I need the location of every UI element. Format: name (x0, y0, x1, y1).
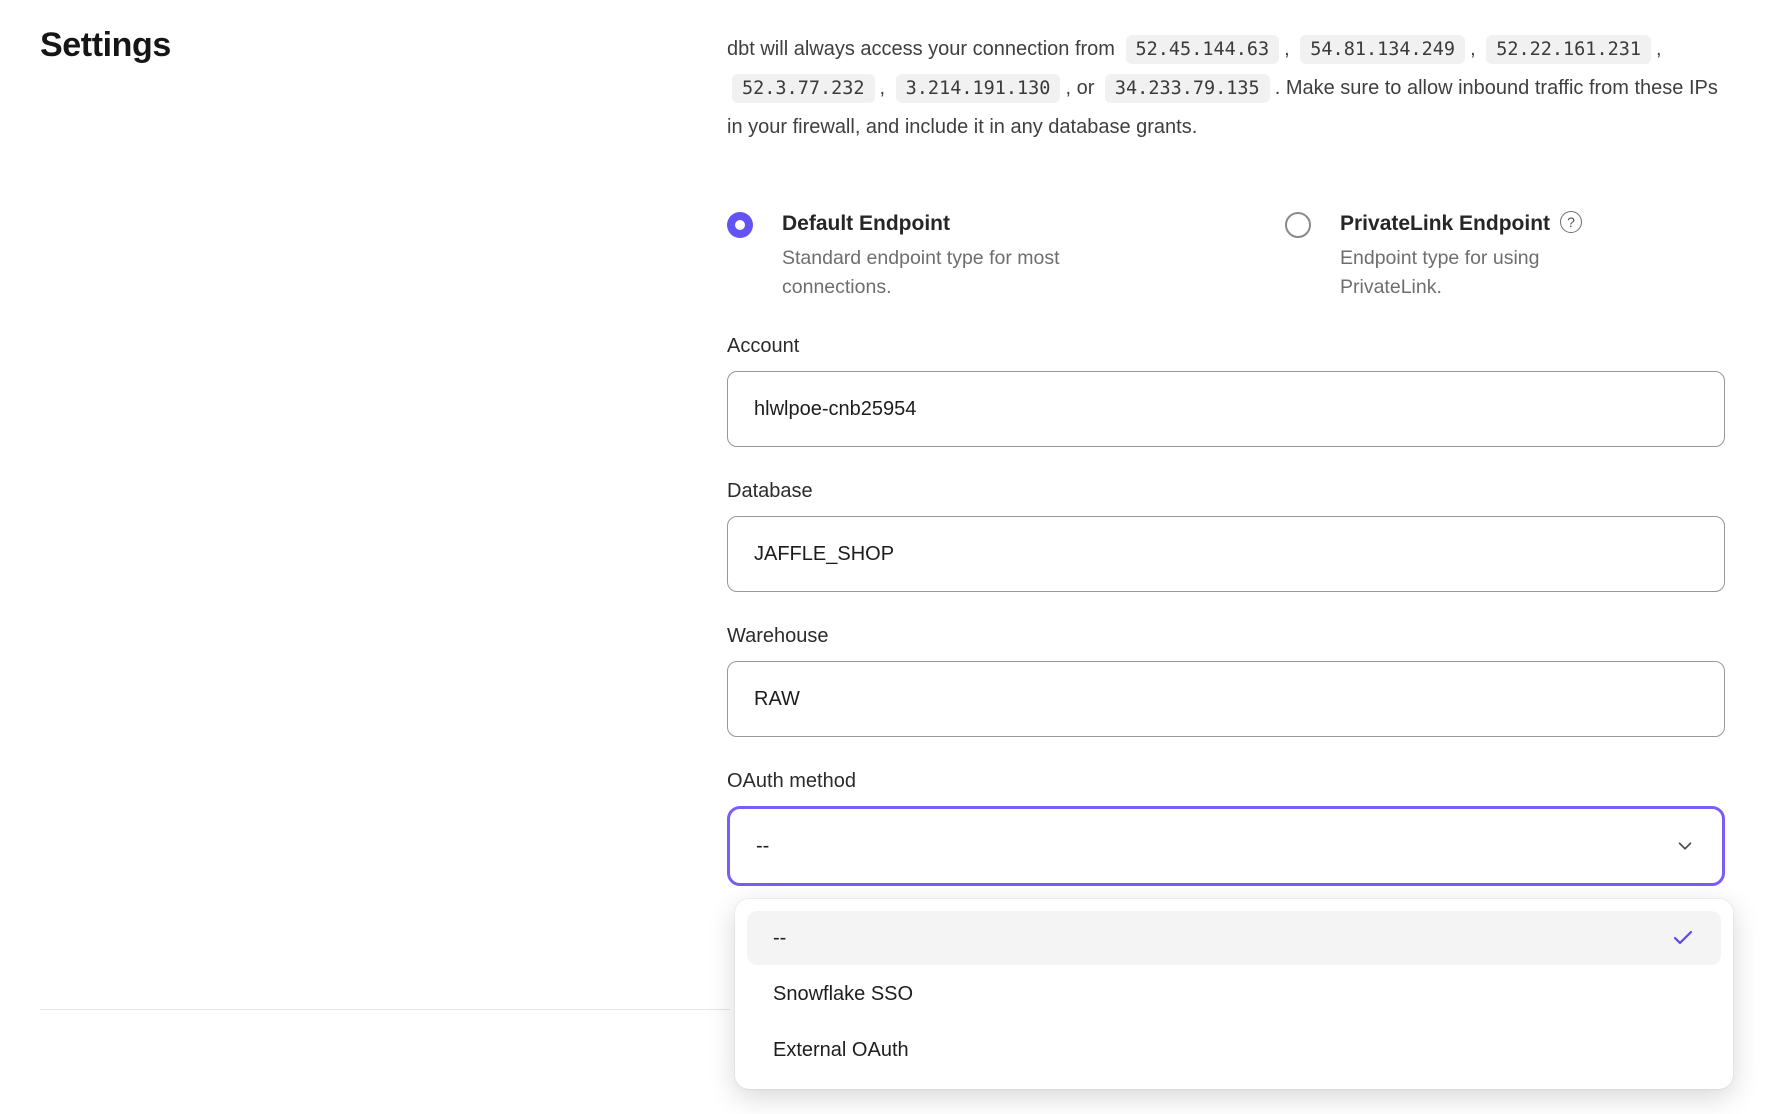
endpoint-option-description: Standard endpoint type for most connecti… (782, 244, 1154, 302)
radio-selected-icon[interactable] (727, 212, 753, 238)
account-label: Account (727, 335, 1725, 358)
check-icon (1671, 926, 1695, 950)
ip-chip: 52.3.77.232 (732, 74, 875, 103)
account-input[interactable] (727, 371, 1725, 447)
warehouse-input[interactable] (727, 661, 1725, 737)
ip-chip: 54.81.134.249 (1300, 35, 1465, 64)
oauth-method-field: OAuth method -- --Snowflake SSOExternal … (727, 770, 1725, 886)
oauth-method-label: OAuth method (727, 770, 1725, 793)
connection-settings-panel: dbt will always access your connection f… (727, 30, 1725, 886)
ip-chip: 52.45.144.63 (1126, 35, 1280, 64)
ip-allowlist-note: dbt will always access your connection f… (727, 30, 1725, 146)
dropdown-option[interactable]: Snowflake SSO (747, 967, 1721, 1021)
endpoint-option-label-text: PrivateLink Endpoint (1340, 212, 1550, 235)
endpoint-option-default[interactable]: Default Endpoint Standard endpoint type … (727, 210, 1285, 302)
dropdown-option-label: External OAuth (773, 1039, 909, 1062)
warehouse-label: Warehouse (727, 625, 1725, 648)
endpoint-option-privatelink[interactable]: PrivateLink Endpoint? Endpoint type for … (1285, 210, 1616, 302)
section-divider (40, 1009, 730, 1010)
oauth-method-value: -- (756, 835, 769, 858)
chevron-down-icon (1674, 835, 1696, 857)
dropdown-option-label: Snowflake SSO (773, 983, 913, 1006)
dropdown-option-label: -- (773, 927, 786, 950)
endpoint-option-privatelink-text: PrivateLink Endpoint? Endpoint type for … (1340, 210, 1616, 302)
endpoint-option-label: Default Endpoint (782, 210, 1154, 238)
oauth-method-dropdown: -- Snowflake SSO External OAuth (735, 899, 1733, 1089)
dropdown-option[interactable]: External OAuth (747, 1023, 1721, 1077)
oauth-method-select[interactable]: -- (727, 806, 1725, 886)
radio-unselected-icon[interactable] (1285, 212, 1311, 238)
endpoint-option-label: PrivateLink Endpoint? (1340, 210, 1616, 238)
database-field: Database (727, 480, 1725, 592)
endpoint-type-group: Default Endpoint Standard endpoint type … (727, 210, 1725, 302)
database-input[interactable] (727, 516, 1725, 592)
page-title: Settings (40, 26, 171, 65)
ip-chip: 52.22.161.231 (1486, 35, 1651, 64)
ip-chip: 34.233.79.135 (1105, 74, 1270, 103)
database-label: Database (727, 480, 1725, 503)
ip-chip: 3.214.191.130 (896, 74, 1061, 103)
account-field: Account (727, 335, 1725, 447)
warehouse-field: Warehouse (727, 625, 1725, 737)
help-icon[interactable]: ? (1560, 211, 1582, 233)
endpoint-option-default-text: Default Endpoint Standard endpoint type … (782, 210, 1154, 302)
endpoint-option-description: Endpoint type for using PrivateLink. (1340, 244, 1616, 302)
dropdown-option[interactable]: -- (747, 911, 1721, 965)
